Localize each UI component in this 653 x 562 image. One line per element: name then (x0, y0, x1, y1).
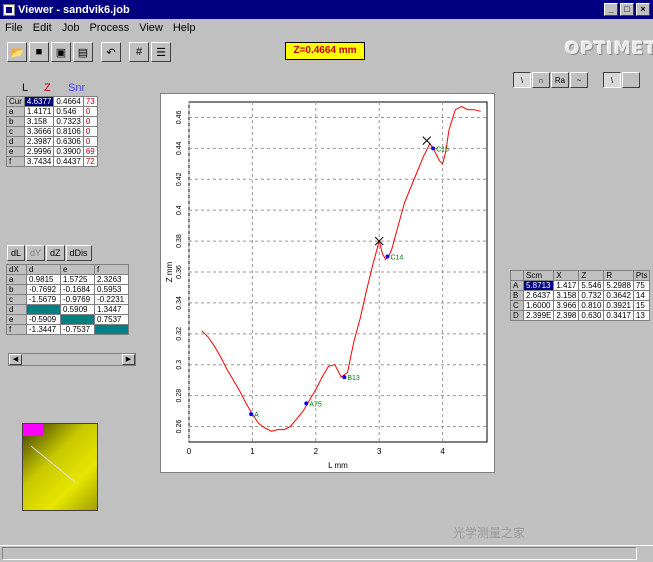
table-row: d 2.3987 0.6306 0 (6, 136, 98, 147)
table-row: c 3.3666 0.8106 0 (6, 126, 98, 137)
menu-help[interactable]: Help (168, 22, 201, 34)
x-tick-label: 4 (440, 447, 445, 456)
table-row: dX d e f (6, 264, 129, 275)
close-button[interactable]: × (636, 3, 650, 16)
y-tick-label: 0.44 (176, 141, 183, 155)
marker-point (304, 401, 309, 406)
brand-logo: OPTIMET (565, 39, 653, 59)
marker-point (342, 375, 347, 380)
y-tick-label: 0.46 (176, 111, 183, 125)
arc-mode-button[interactable]: ∩ (532, 72, 550, 88)
cursor-table: Cur 4.6377 0.4664 73 a 1.4171 0.546 0 b 3.158 0.… (6, 96, 98, 167)
status-panel (2, 547, 637, 560)
y-tick-label: 0.4 (176, 205, 183, 215)
y-tick-label: 0.28 (176, 389, 183, 403)
ra-mode-button[interactable]: Ra (551, 72, 569, 88)
y-tick-label: 0.38 (176, 234, 183, 248)
table-row: e 2.9996 0.3900 69 (6, 146, 98, 157)
marker-point (385, 254, 390, 259)
slope-mode-button[interactable]: \ (603, 72, 621, 88)
table-row: D 2.399E 2.398 0.630 0.3417 13 (510, 310, 651, 321)
blank-mode-button[interactable] (622, 72, 640, 88)
tab-dy[interactable]: dY (26, 245, 46, 261)
x-tick-label: 2 (314, 447, 319, 456)
table-row: e -0.5909 0.7537 (6, 314, 129, 325)
cursor-table-header: L Z Snr (22, 82, 85, 94)
title-bar: Viewer - sandvik6.job _ □ × (0, 0, 653, 19)
marker-label: A75 (309, 401, 322, 408)
table-row: f 3.7434 0.4437 72 (6, 156, 98, 167)
marker-label: C14 (390, 255, 403, 262)
table-row: d 0.5909 1.3447 (6, 304, 129, 315)
menu-edit[interactable]: Edit (28, 22, 57, 34)
table-row: f -1.3447 -0.7537 (6, 324, 129, 335)
print-icon[interactable]: ▤ (73, 42, 93, 62)
marker-label: A (254, 412, 259, 419)
y-tick-label: 0.42 (176, 172, 183, 186)
x-tick-label: 3 (377, 447, 382, 456)
table-row: B 2.6437 3.158 0.732 0.3642 14 (510, 290, 651, 301)
menu-process[interactable]: Process (84, 22, 134, 34)
marker-point (249, 412, 254, 417)
segment-table: Scm X Z R Pts A 5.8713 1.417 5.546 5.2988 75 B 2.6… (510, 270, 651, 321)
x-tick-label: 1 (250, 447, 255, 456)
menu-bar: File Edit Job Process View Help (0, 19, 653, 37)
table-row: a 1.4171 0.546 0 (6, 106, 98, 117)
y-tick-label: 0.3 (176, 360, 183, 370)
undo-icon[interactable]: ↶ (101, 42, 121, 62)
tab-ddis[interactable]: dDis (65, 245, 92, 261)
marker-point (431, 146, 436, 151)
grid-icon[interactable]: # (129, 42, 149, 62)
y-tick-label: 0.26 (176, 420, 183, 434)
table-icon[interactable]: ☰ (151, 42, 171, 62)
x-tick-label: 0 (187, 447, 192, 456)
profile-chart[interactable]: 0 1 2 3 4 0.26 0.28 0.3 0.32 0.34 0.36 0.38 0.4 0.42 0… (160, 93, 495, 473)
header-snr: Snr (68, 82, 86, 94)
y-tick-label: 0.36 (176, 265, 183, 279)
table-row: Cur 4.6377 0.4664 73 (6, 96, 98, 107)
wave-mode-button[interactable]: ~ (570, 72, 588, 88)
preview-profile-line (30, 445, 76, 483)
open-icon[interactable]: 📂 (7, 42, 27, 62)
save-icon[interactable]: ■ (29, 42, 49, 62)
y-axis-label: Z mm (165, 261, 174, 282)
menu-job[interactable]: Job (57, 22, 85, 34)
line-mode-button[interactable]: \ (513, 72, 531, 88)
marker-label: B13 (347, 375, 360, 382)
scroll-right-icon[interactable]: ▶ (122, 354, 135, 365)
tab-dz[interactable]: dZ (46, 245, 65, 261)
table-row: C 1.6000 3.966 0.810 0.3921 15 (510, 300, 651, 311)
window-title: Viewer - sandvik6.job (18, 3, 130, 16)
table-row: c -1.5679 -0.9769 -0.2231 (6, 294, 129, 305)
distance-tabs: dL dY dZ dDis (7, 245, 93, 261)
profile-chart-svg[interactable]: 0 1 2 3 4 0.26 0.28 0.3 0.32 0.34 0.36 0.38 0.4 0.42 0… (161, 94, 496, 474)
z-value-display: Z=0.4664 mm (285, 42, 365, 60)
y-tick-label: 0.32 (176, 327, 183, 341)
maximize-button[interactable]: □ (620, 3, 634, 16)
tab-dl[interactable]: dL (7, 245, 26, 261)
y-tick-label: 0.34 (176, 296, 183, 310)
header-z: Z (44, 82, 51, 94)
header-l: L (22, 82, 29, 94)
table-row: a 0.9815 1.5725 2.3263 (6, 274, 129, 285)
watermark-text: 光学测量之家 (453, 526, 526, 540)
minimize-button[interactable]: _ (604, 3, 618, 16)
archive-icon[interactable]: ▣ (51, 42, 71, 62)
toolbar: 📂 ■ ▣ ▤ ↶ # ☰ (0, 40, 171, 64)
surface-preview-image[interactable] (22, 423, 98, 511)
table-row: b -0.7692 -0.1684 0.5953 (6, 284, 129, 295)
table-row: b 3.158 0.7323 0 (6, 116, 98, 127)
distance-table: dX d e f a 0.9815 1.5725 2.3263 b -0.7692 -0.168… (6, 264, 129, 335)
app-icon (3, 3, 15, 16)
horizontal-scrollbar[interactable]: ◀ ▶ (8, 353, 136, 366)
scroll-left-icon[interactable]: ◀ (9, 354, 22, 365)
table-row: Scm X Z R Pts (510, 270, 651, 281)
menu-view[interactable]: View (134, 22, 168, 34)
marker-label: C15 (436, 146, 449, 153)
x-axis-label: L mm (328, 461, 348, 470)
mode-buttons: \ ∩ Ra ~ \ (513, 72, 640, 88)
menu-file[interactable]: File (0, 22, 28, 34)
table-row: A 5.8713 1.417 5.546 5.2988 75 (510, 280, 651, 291)
